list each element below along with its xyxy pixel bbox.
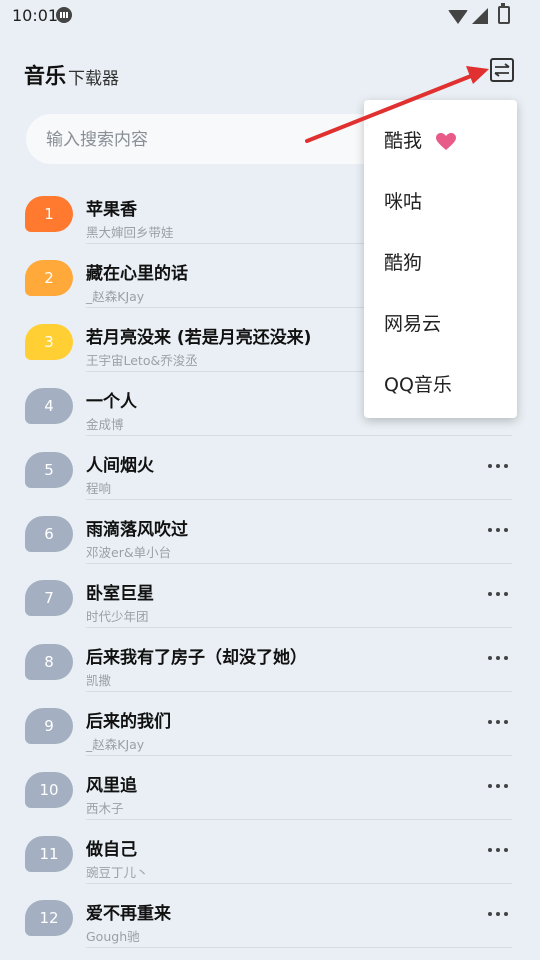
more-options-icon[interactable] bbox=[488, 528, 512, 534]
song-artist: 金成博 bbox=[86, 417, 124, 432]
menu-item-qqmusic[interactable]: QQ音乐 bbox=[384, 370, 452, 397]
song-title: 若月亮没来 (若是月亮还没来) bbox=[86, 328, 312, 348]
app-header: 音乐 下载器 bbox=[0, 50, 540, 98]
menu-item-netease[interactable]: 网易云 bbox=[384, 309, 441, 336]
song-title: 雨滴落风吹过 bbox=[86, 520, 188, 540]
heart-icon bbox=[436, 132, 457, 150]
rank-badge: 12 bbox=[25, 900, 73, 936]
song-artist: _赵森KJay bbox=[86, 737, 145, 752]
song-row[interactable]: 10 风里追西木子 bbox=[0, 756, 540, 820]
song-title: 苹果香 bbox=[86, 200, 137, 220]
song-title: 爱不再重来 bbox=[86, 904, 171, 924]
song-title: 后来我有了房子（却没了她） bbox=[86, 648, 307, 668]
rank-badge: 9 bbox=[25, 708, 73, 744]
more-options-icon[interactable] bbox=[488, 784, 512, 790]
song-title: 一个人 bbox=[86, 392, 137, 412]
source-menu: 酷我 咪咕 酷狗 网易云 QQ音乐 bbox=[364, 100, 517, 418]
song-artist: 豌豆丁儿丶 bbox=[86, 865, 149, 880]
rank-badge: 4 bbox=[25, 388, 73, 424]
chart-notification-icon bbox=[56, 7, 72, 23]
song-row[interactable]: 9 后来的我们 _赵森KJay bbox=[0, 692, 540, 756]
more-options-icon[interactable] bbox=[488, 592, 512, 598]
rank-badge: 2 bbox=[25, 260, 73, 296]
song-row[interactable]: 5 人间烟火程响 bbox=[0, 436, 540, 500]
more-options-icon[interactable] bbox=[488, 720, 512, 726]
rank-badge: 8 bbox=[25, 644, 73, 680]
menu-item-kuwo[interactable]: 酷我 bbox=[384, 126, 457, 153]
menu-item-migu[interactable]: 咪咕 bbox=[384, 187, 422, 214]
page-subtitle: 下载器 bbox=[68, 69, 119, 89]
song-artist: 凯撒 bbox=[86, 673, 112, 688]
menu-item-label: 酷我 bbox=[384, 130, 423, 152]
song-artist: 王宇宙Leto&乔浚丞 bbox=[86, 353, 198, 368]
song-title: 做自己 bbox=[86, 840, 137, 860]
song-row[interactable]: 12 爱不再重来 Gough驰 bbox=[0, 884, 540, 948]
rank-badge: 3 bbox=[25, 324, 73, 360]
signal-icon bbox=[472, 8, 488, 24]
more-options-icon[interactable] bbox=[488, 656, 512, 662]
source-switch-button[interactable] bbox=[490, 58, 514, 82]
song-artist: 程响 bbox=[86, 481, 112, 496]
wifi-icon bbox=[448, 10, 468, 24]
song-title: 卧室巨星 bbox=[86, 584, 154, 604]
song-row[interactable]: 8 后来我有了房子（却没了她） 凯撒 bbox=[0, 628, 540, 692]
more-options-icon[interactable] bbox=[488, 464, 512, 470]
song-artist: _赵森KJay bbox=[86, 289, 145, 304]
more-options-icon[interactable] bbox=[488, 912, 512, 918]
song-title: 风里追 bbox=[86, 776, 137, 796]
song-artist: 西木子 bbox=[86, 801, 124, 816]
switch-icon bbox=[494, 63, 510, 77]
page-title: 音乐 bbox=[24, 64, 66, 88]
row-divider bbox=[86, 947, 512, 948]
status-bar: 10:01 bbox=[0, 0, 540, 32]
menu-item-kugou[interactable]: 酷狗 bbox=[384, 248, 422, 275]
status-time: 10:01 bbox=[12, 6, 59, 25]
song-artist: 黑大婶回乡带娃 bbox=[86, 225, 174, 240]
status-icons bbox=[448, 3, 510, 24]
rank-badge: 10 bbox=[25, 772, 73, 808]
song-artist: 邓波er&单小台 bbox=[86, 545, 172, 560]
rank-badge: 11 bbox=[25, 836, 73, 872]
song-row[interactable]: 11 做自己豌豆丁儿丶 bbox=[0, 820, 540, 884]
song-title: 藏在心里的话 bbox=[86, 264, 188, 284]
song-row[interactable]: 7 卧室巨星时代少年团 bbox=[0, 564, 540, 628]
song-title: 后来的我们 bbox=[86, 712, 171, 732]
song-title: 人间烟火 bbox=[86, 456, 154, 476]
more-options-icon[interactable] bbox=[488, 848, 512, 854]
rank-badge: 1 bbox=[25, 196, 73, 232]
rank-badge: 5 bbox=[25, 452, 73, 488]
song-row[interactable]: 6 雨滴落风吹过邓波er&单小台 bbox=[0, 500, 540, 564]
song-artist: Gough驰 bbox=[86, 929, 140, 944]
song-artist: 时代少年团 bbox=[86, 609, 149, 624]
rank-badge: 7 bbox=[25, 580, 73, 616]
rank-badge: 6 bbox=[25, 516, 73, 552]
battery-icon bbox=[498, 3, 510, 24]
